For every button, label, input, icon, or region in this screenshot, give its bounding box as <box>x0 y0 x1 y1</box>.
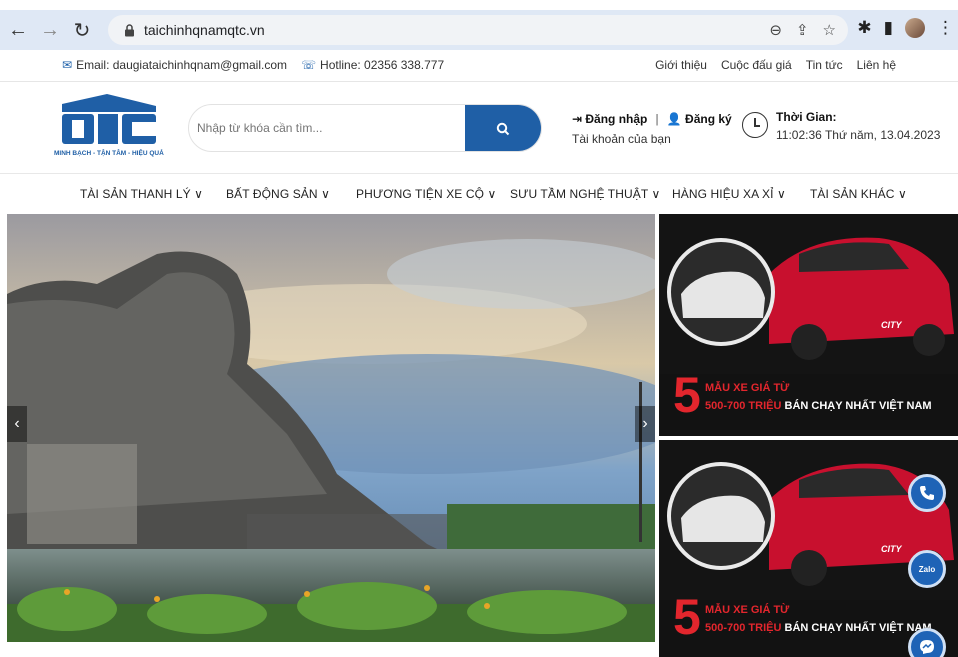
logo-tagline: MINH BẠCH - TẬN TÂM - HIỆU QUẢ <box>54 150 164 157</box>
search-box <box>188 104 542 152</box>
toplink-about[interactable]: Giới thiệu <box>655 58 707 72</box>
zalo-float-button[interactable]: Zalo <box>908 550 946 588</box>
search-icon <box>496 122 510 136</box>
car-promo-banner-2[interactable]: CITY 5 MẪU XE GIÁ TỪ 500-700 TRIỆU BÁN C… <box>659 440 958 657</box>
banner-model-label: CITY <box>881 320 902 330</box>
email-contact[interactable]: ✉ Email: daugiataichinhqnam@gmail.com <box>62 58 287 72</box>
back-icon[interactable]: ← <box>4 16 32 44</box>
toplink-auctions[interactable]: Cuộc đấu giá <box>721 58 792 72</box>
browser-toolbar: ← → ↻ taichinhqnamqtc.vn ⊖ ⇪ ☆ ✱ ▮ ⋮ <box>0 10 958 50</box>
nav-other-assets[interactable]: TÀI SẢN KHÁC ∨ <box>810 187 907 201</box>
login-link[interactable]: ⇥ Đăng nhập <box>572 112 647 126</box>
hero-image-monument <box>7 214 655 642</box>
banner-line2: 500-700 TRIỆU BÁN CHẠY NHẤT VIỆT NAM <box>705 622 932 634</box>
banner-model-label: CITY <box>881 544 902 554</box>
nav-luxury-goods[interactable]: HÀNG HIỆU XA XỈ ∨ <box>672 187 786 201</box>
profile-avatar[interactable] <box>905 18 925 38</box>
side-panel-icon[interactable]: ▮ <box>884 18 893 38</box>
time-label: Thời Gian: <box>776 110 837 124</box>
zoom-icon[interactable]: ⊖ <box>769 21 782 39</box>
phone-ring-icon: ☏ <box>301 58 317 72</box>
extensions-puzzle-icon[interactable]: ✱ <box>857 18 871 38</box>
banner-line1: MẪU XE GIÁ TỪ <box>705 604 790 616</box>
car-promo-banner-1[interactable]: CITY 5 MẪU XE GIÁ TỪ 500-700 TRIỆU BÁN C… <box>659 214 958 436</box>
register-link[interactable]: 👤 Đăng ký <box>667 112 732 126</box>
toplink-news[interactable]: Tin tức <box>806 58 843 72</box>
account-subtitle: Tài khoản của bạn <box>572 132 671 146</box>
messenger-icon <box>920 640 934 654</box>
site-logo[interactable]: MINH BẠCH - TẬN TÂM - HIỆU QUẢ <box>52 92 164 162</box>
bookmark-star-icon[interactable]: ☆ <box>823 21 836 39</box>
account-divider: | <box>655 112 659 126</box>
nav-real-estate[interactable]: BẤT ĐỘNG SẢN ∨ <box>226 187 330 201</box>
banner-line1: MẪU XE GIÁ TỪ <box>705 382 790 394</box>
search-button[interactable] <box>465 105 541 151</box>
url-text[interactable]: taichinhqnamqtc.vn <box>144 22 265 38</box>
address-bar[interactable]: taichinhqnamqtc.vn ⊖ ⇪ ☆ <box>108 15 848 45</box>
nav-vehicles[interactable]: PHƯƠNG TIỆN XE CỘ ∨ <box>356 187 496 201</box>
browser-menu-icon[interactable]: ⋮ <box>937 18 954 38</box>
banner-car-image <box>659 214 958 374</box>
slider-prev-button[interactable]: ‹ <box>7 406 27 442</box>
account-area: ⇥ Đăng nhập | 👤 Đăng ký Tài khoản của bạ… <box>572 112 732 146</box>
chevron-left-icon: ‹ <box>14 415 20 432</box>
forward-icon[interactable]: → <box>36 16 64 44</box>
share-icon[interactable]: ⇪ <box>796 21 809 39</box>
call-float-button[interactable] <box>908 474 946 512</box>
chevron-right-icon: › <box>642 415 648 432</box>
toplink-contact[interactable]: Liên hệ <box>857 58 896 72</box>
phone-icon <box>920 486 934 500</box>
nav-liquidation-assets[interactable]: TÀI SẢN THANH LÝ ∨ <box>80 187 203 201</box>
main-navigation: TÀI SẢN THANH LÝ ∨ BẤT ĐỘNG SẢN ∨ PHƯƠNG… <box>0 174 958 214</box>
zalo-icon: Zalo <box>918 564 936 574</box>
time-display: Thời Gian: 11:02:36 Thứ năm, 13.04.2023 <box>742 110 940 142</box>
hotline-contact[interactable]: ☏ Hotline: 02356 338.777 <box>301 58 444 72</box>
slider-next-button[interactable]: › <box>635 406 655 442</box>
banner-number: 5 <box>673 589 701 645</box>
search-input[interactable] <box>197 105 465 151</box>
hero-slider[interactable]: ‹ › <box>7 214 655 642</box>
nav-art-collection[interactable]: SƯU TẦM NGHỆ THUẬT ∨ <box>510 187 660 201</box>
envelope-icon: ✉ <box>62 58 73 72</box>
lock-icon <box>122 23 136 37</box>
time-value: 11:02:36 Thứ năm, 13.04.2023 <box>776 128 941 142</box>
reload-icon[interactable]: ↻ <box>68 16 96 44</box>
site-header: MINH BẠCH - TẬN TÂM - HIỆU QUẢ ⇥ Đăng nh… <box>0 82 958 174</box>
banner-line2: 500-700 TRIỆU BÁN CHẠY NHẤT VIỆT NAM <box>705 400 932 412</box>
clock-icon <box>742 112 768 138</box>
banner-number: 5 <box>673 367 701 423</box>
top-contact-bar: ✉ Email: daugiataichinhqnam@gmail.com ☏ Ho… <box>0 50 958 82</box>
